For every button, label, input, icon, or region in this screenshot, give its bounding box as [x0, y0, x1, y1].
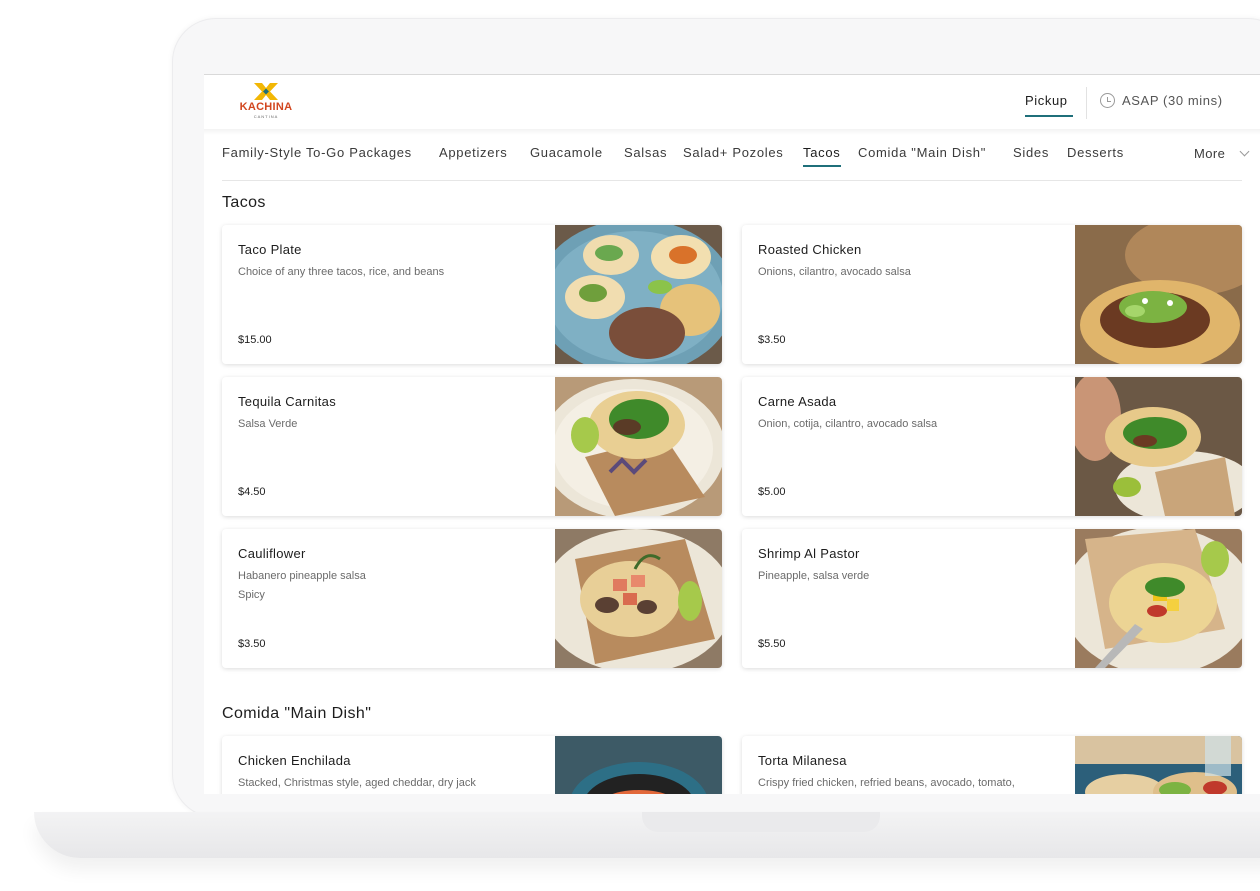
- menu-item-card[interactable]: Chicken Enchilada Stacked, Christmas sty…: [222, 736, 722, 794]
- menu-item-card[interactable]: Carne Asada Onion, cotija, cilantro, avo…: [742, 377, 1242, 516]
- spicy-badge: Spicy: [238, 589, 265, 601]
- nav-active-indicator: [803, 165, 841, 167]
- item-description: Habanero pineapple salsa: [238, 570, 366, 582]
- nav-item-tacos[interactable]: Tacos: [803, 145, 840, 160]
- item-description: Choice of any three tacos, rice, and bea…: [238, 266, 445, 278]
- laptop-notch: [642, 812, 880, 832]
- item-description: Stacked, Christmas style, aged cheddar, …: [238, 777, 476, 789]
- laptop-screen: KACHINA CANTINA Pickup ASAP (30 mins) Fa…: [204, 74, 1260, 794]
- item-name: Tequila Carnitas: [238, 394, 337, 409]
- item-price: $3.50: [238, 638, 266, 650]
- more-categories-button[interactable]: More: [1194, 146, 1225, 161]
- kachina-logo-mark-icon: [254, 83, 278, 100]
- item-description: Salsa Verde: [238, 418, 298, 430]
- nav-item-salad-pozoles[interactable]: Salad+ Pozoles: [683, 145, 784, 160]
- site-header: KACHINA CANTINA Pickup ASAP (30 mins): [204, 75, 1260, 129]
- category-nav: Family-Style To-Go Packages Appetizers G…: [222, 145, 1250, 181]
- item-price: $3.50: [758, 334, 786, 346]
- item-description: Pineapple, salsa verde: [758, 570, 870, 582]
- section-title-comida-main-dish: Comida "Main Dish": [222, 705, 372, 722]
- item-price: $15.00: [238, 334, 272, 346]
- chevron-down-icon[interactable]: [1239, 146, 1250, 157]
- clock-icon: [1100, 93, 1115, 108]
- item-name: Shrimp Al Pastor: [758, 546, 860, 561]
- item-photo: [1075, 377, 1242, 516]
- item-name: Carne Asada: [758, 394, 837, 409]
- item-photo: [1075, 529, 1242, 668]
- item-name: Torta Milanesa: [758, 753, 847, 768]
- nav-divider: [222, 180, 1242, 181]
- item-photo: [1075, 736, 1242, 794]
- menu-item-card[interactable]: Torta Milanesa Crispy fried chicken, ref…: [742, 736, 1242, 794]
- item-description: Crispy fried chicken, refried beans, avo…: [758, 777, 1015, 789]
- menu-item-card[interactable]: Cauliflower Habanero pineapple salsa Spi…: [222, 529, 722, 668]
- item-photo: [555, 736, 722, 794]
- item-photo: [1075, 225, 1242, 364]
- brand-tagline: CANTINA: [253, 114, 279, 119]
- section-title-tacos: Tacos: [222, 194, 266, 211]
- nav-item-guacamole[interactable]: Guacamole: [530, 145, 603, 160]
- nav-item-sides[interactable]: Sides: [1013, 145, 1049, 160]
- item-price: $5.00: [758, 486, 786, 498]
- item-photo: [555, 377, 722, 516]
- item-name: Chicken Enchilada: [238, 753, 351, 768]
- pickup-time-selector[interactable]: ASAP (30 mins): [1122, 93, 1223, 108]
- menu-item-card[interactable]: Roasted Chicken Onions, cilantro, avocad…: [742, 225, 1242, 364]
- nav-item-family-style[interactable]: Family-Style To-Go Packages: [222, 145, 412, 160]
- menu-item-card[interactable]: Taco Plate Choice of any three tacos, ri…: [222, 225, 722, 364]
- menu-item-card[interactable]: Tequila Carnitas Salsa Verde $4.50: [222, 377, 722, 516]
- nav-item-comida-main-dish[interactable]: Comida "Main Dish": [858, 145, 986, 160]
- nav-item-appetizers[interactable]: Appetizers: [439, 145, 507, 160]
- item-photo: [555, 529, 722, 668]
- item-name: Taco Plate: [238, 242, 302, 257]
- item-name: Roasted Chicken: [758, 242, 862, 257]
- kachina-logo[interactable]: KACHINA CANTINA: [234, 83, 298, 121]
- item-price: $5.50: [758, 638, 786, 650]
- item-price: $4.50: [238, 486, 266, 498]
- menu-item-card[interactable]: Shrimp Al Pastor Pineapple, salsa verde …: [742, 529, 1242, 668]
- brand-name: KACHINA: [239, 101, 293, 113]
- item-name: Cauliflower: [238, 546, 306, 561]
- item-description: Onion, cotija, cilantro, avocado salsa: [758, 418, 938, 430]
- header-shadow: [204, 129, 1260, 135]
- item-description: Onions, cilantro, avocado salsa: [758, 266, 911, 278]
- item-photo: [555, 225, 722, 364]
- nav-item-salsas[interactable]: Salsas: [624, 145, 667, 160]
- header-divider: [1086, 87, 1087, 119]
- pickup-active-indicator: [1025, 115, 1073, 117]
- nav-item-desserts[interactable]: Desserts: [1067, 145, 1124, 160]
- pickup-mode-tab[interactable]: Pickup: [1025, 93, 1068, 108]
